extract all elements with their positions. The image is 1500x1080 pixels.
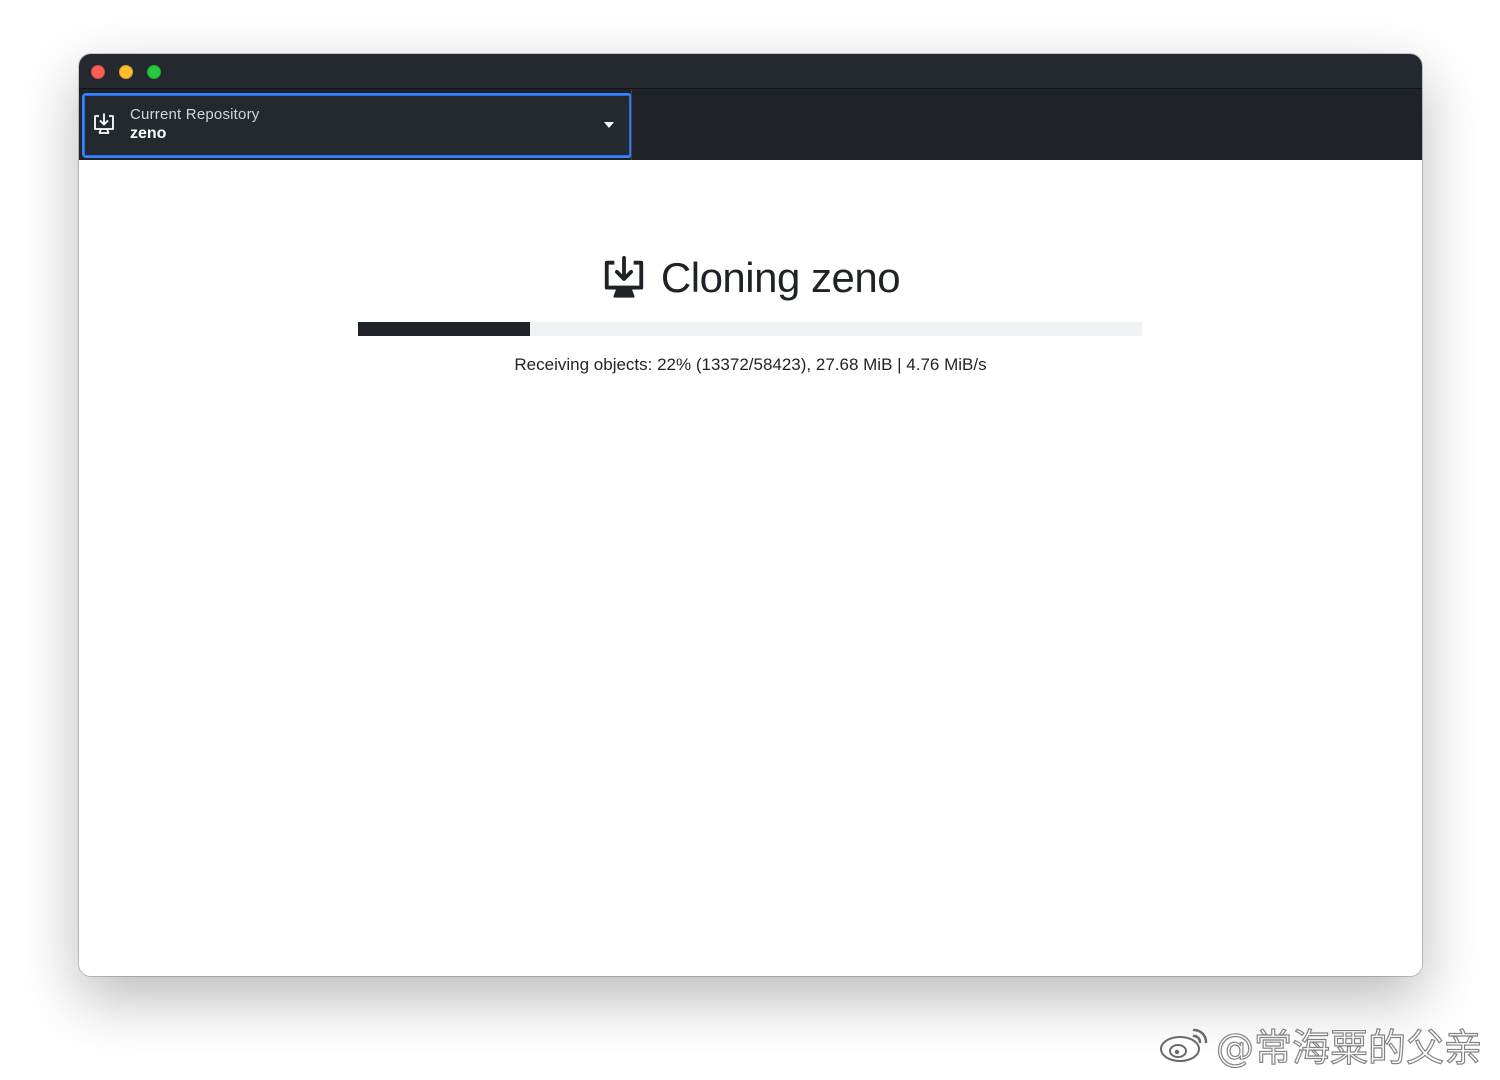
minimize-window-button[interactable] xyxy=(119,65,133,79)
screen: Current Repository zeno Cloning zeno Rec… xyxy=(0,0,1500,1080)
chevron-down-icon xyxy=(604,122,614,128)
weibo-icon xyxy=(1160,1028,1208,1062)
clone-progress-bar xyxy=(358,322,1142,336)
toolbar-divider xyxy=(631,89,632,160)
clone-status-text: Receiving objects: 22% (13372/58423), 27… xyxy=(514,355,987,374)
clone-title: Cloning zeno xyxy=(660,254,901,301)
close-window-button[interactable] xyxy=(91,65,105,79)
watermark: @常海粟的父亲 xyxy=(1158,1022,1483,1070)
clone-progress-fill xyxy=(358,322,531,336)
maximize-window-button[interactable] xyxy=(147,65,161,79)
watermark-text: @常海粟的父亲 xyxy=(1215,1025,1483,1070)
current-repository-button[interactable]: Current Repository zeno xyxy=(82,93,632,158)
toolbar: Current Repository zeno xyxy=(79,89,1422,160)
repo-clone-icon xyxy=(94,113,114,134)
clone-progress-view: Cloning zeno Receiving objects: 22% (133… xyxy=(79,160,1422,976)
current-repository-label: Current Repository xyxy=(130,106,260,123)
clone-header: Cloning zeno xyxy=(79,254,1422,302)
repo-clone-icon xyxy=(604,255,644,298)
app-window: Current Repository zeno Cloning zeno Rec… xyxy=(79,54,1422,976)
current-repository-name: zeno xyxy=(130,125,167,142)
title-bar[interactable] xyxy=(79,54,1422,89)
